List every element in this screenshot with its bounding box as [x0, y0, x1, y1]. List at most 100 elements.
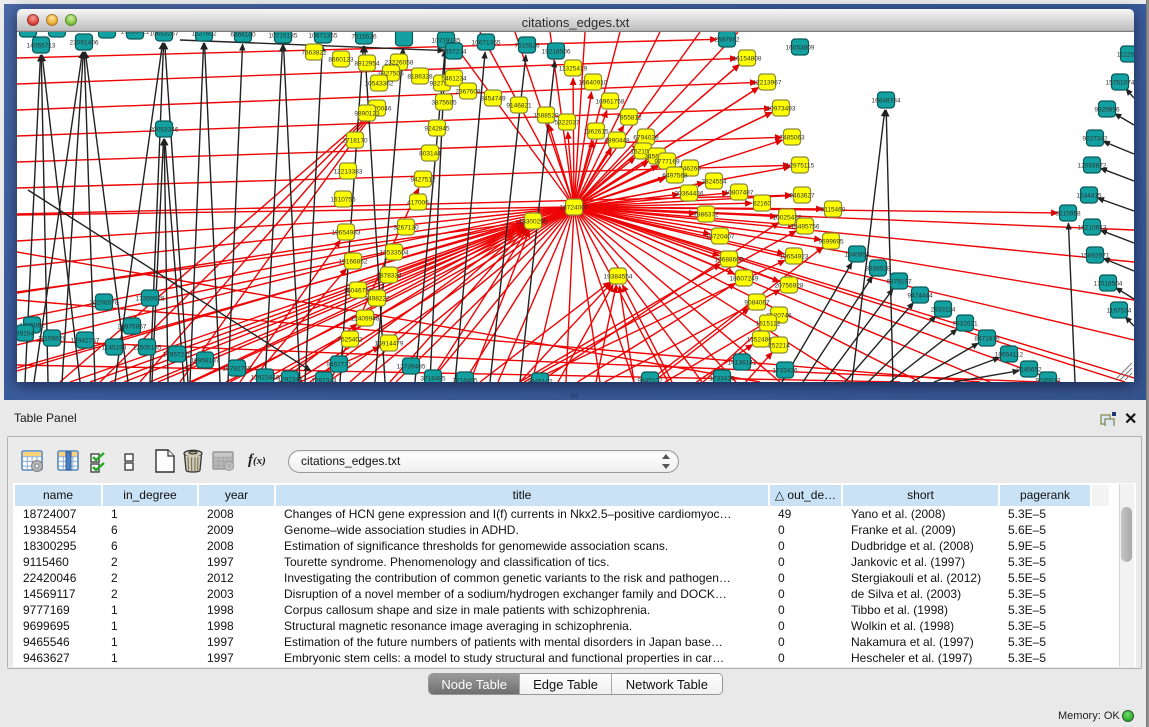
svg-text:9329996: 9329996 — [1094, 107, 1120, 114]
svg-text:6794028: 6794028 — [633, 135, 659, 142]
svg-text:20756928: 20756928 — [775, 283, 804, 290]
svg-text:18607249: 18607249 — [730, 276, 759, 283]
svg-text:417006: 417006 — [407, 200, 429, 207]
svg-text:19166852: 19166852 — [339, 259, 368, 266]
svg-text:16495756: 16495756 — [791, 224, 820, 231]
svg-text:1610755: 1610755 — [330, 197, 356, 204]
svg-text:12093872: 12093872 — [1078, 163, 1107, 170]
svg-text:1145194: 1145194 — [102, 345, 127, 352]
svg-text:2933114: 2933114 — [931, 307, 956, 314]
svg-text:9890123: 9890123 — [354, 111, 380, 118]
svg-text:19654983: 19654983 — [332, 230, 361, 237]
svg-text:12409948: 12409948 — [351, 316, 380, 323]
svg-text:1588520: 1588520 — [533, 113, 559, 120]
svg-text:16914479: 16914479 — [375, 341, 404, 348]
svg-text:13533504: 13533504 — [380, 250, 409, 257]
svg-text:7515526: 7515526 — [351, 34, 377, 41]
svg-text:1292344: 1292344 — [311, 378, 337, 383]
svg-text:10543362: 10543362 — [365, 81, 394, 88]
svg-text:15751074: 15751074 — [1106, 80, 1134, 87]
svg-text:20975867: 20975867 — [118, 324, 147, 331]
svg-text:7357234: 7357234 — [441, 49, 467, 56]
svg-text:9845102: 9845102 — [527, 379, 553, 383]
svg-text:2687682: 2687682 — [714, 37, 740, 44]
svg-text:7485063: 7485063 — [779, 135, 805, 142]
svg-text:9146821: 9146821 — [506, 103, 532, 110]
svg-text:9427512: 9427512 — [410, 177, 436, 184]
svg-text:9463627: 9463627 — [789, 193, 815, 200]
svg-text:7632621: 7632621 — [952, 321, 978, 328]
svg-text:18724007: 18724007 — [560, 205, 589, 212]
svg-text:11156829: 11156829 — [38, 336, 66, 343]
svg-text:6879197: 6879197 — [886, 279, 912, 286]
svg-text:9777169: 9777169 — [654, 159, 680, 166]
svg-text:5461234: 5461234 — [441, 76, 467, 83]
svg-text:1292344: 1292344 — [277, 377, 303, 383]
svg-text:9845102: 9845102 — [637, 378, 663, 383]
svg-text:12213967: 12213967 — [753, 80, 782, 87]
svg-text:7955812: 7955812 — [616, 115, 642, 122]
svg-text:10973493: 10973493 — [767, 106, 796, 113]
svg-text:14055713: 14055713 — [27, 43, 56, 50]
svg-text:19036721: 19036721 — [121, 32, 150, 36]
svg-text:3498222: 3498222 — [364, 296, 390, 303]
svg-text:9084067: 9084067 — [744, 300, 770, 307]
svg-text:7986372: 7986372 — [693, 212, 719, 219]
svg-text:7515526: 7515526 — [514, 43, 540, 50]
svg-text:9245652: 9245652 — [1016, 367, 1042, 374]
svg-text:17957225: 17957225 — [163, 352, 192, 359]
svg-text:7663822: 7663822 — [301, 50, 327, 57]
svg-text:16961758: 16961758 — [596, 99, 625, 106]
svg-text:1640954: 1640954 — [844, 252, 870, 259]
svg-text:3824554: 3824554 — [701, 179, 727, 186]
svg-text:15720407: 15720407 — [706, 234, 735, 241]
svg-text:1112504: 1112504 — [1117, 52, 1134, 59]
svg-text:3716485: 3716485 — [452, 378, 478, 383]
svg-text:20364436: 20364436 — [675, 191, 704, 198]
svg-text:8912954: 8912954 — [354, 61, 380, 68]
svg-text:20206578: 20206578 — [90, 300, 119, 307]
svg-text:9227342: 9227342 — [1082, 136, 1108, 143]
svg-text:9699695: 9699695 — [818, 239, 844, 246]
svg-text:8938928: 8938928 — [865, 266, 891, 273]
svg-text:13739485: 13739485 — [397, 364, 426, 371]
svg-text:19654923: 19654923 — [780, 254, 809, 261]
svg-text:803144: 803144 — [419, 151, 441, 158]
svg-text:12505135: 12505135 — [133, 345, 162, 352]
svg-text:17016504: 17016504 — [1094, 281, 1123, 288]
svg-text:10654112: 10654112 — [995, 352, 1024, 359]
svg-text:10653267: 10653267 — [150, 32, 179, 38]
svg-text:19384554: 19384554 — [604, 274, 633, 281]
svg-text:3875685: 3875685 — [431, 100, 457, 107]
svg-text:16053809: 16053809 — [786, 45, 815, 52]
svg-text:3716485: 3716485 — [420, 376, 446, 383]
svg-text:14136141: 14136141 — [728, 360, 757, 367]
svg-text:12213383: 12213383 — [334, 169, 363, 176]
svg-text:8454749: 8454749 — [480, 96, 506, 103]
svg-text:1527602: 1527602 — [191, 32, 217, 38]
svg-text:10671355: 10671355 — [472, 40, 501, 47]
svg-text:11325419: 11325419 — [559, 66, 588, 73]
svg-text:7625402: 7625402 — [337, 337, 363, 344]
svg-text:3267130: 3267130 — [393, 225, 419, 232]
svg-text:18300295: 18300295 — [519, 219, 548, 226]
svg-text:9457771: 9457771 — [326, 362, 352, 369]
svg-text:8990448: 8990448 — [604, 138, 630, 145]
svg-text:2718170: 2718170 — [342, 138, 368, 145]
svg-text:16154808: 16154808 — [733, 56, 762, 63]
svg-text:9474444: 9474444 — [907, 293, 933, 300]
svg-text:8660123: 8660123 — [328, 57, 354, 64]
svg-text:16640910: 16640910 — [579, 80, 608, 87]
svg-text:10688609: 10688609 — [715, 257, 744, 264]
svg-text:10807487: 10807487 — [725, 190, 754, 197]
svg-text:5878334: 5878334 — [376, 273, 402, 280]
svg-text:1733426: 1733426 — [709, 376, 735, 383]
svg-text:5322037: 5322037 — [554, 120, 580, 127]
svg-text:252214: 252214 — [768, 343, 790, 350]
svg-text:16210643: 16210643 — [1078, 225, 1107, 232]
svg-text:62160: 62160 — [753, 201, 771, 208]
svg-text:6466160: 6466160 — [230, 32, 256, 39]
svg-text:19958187: 19958187 — [191, 358, 220, 365]
svg-text:8471676: 8471676 — [974, 336, 1000, 343]
svg-text:20053346: 20053346 — [150, 127, 179, 134]
